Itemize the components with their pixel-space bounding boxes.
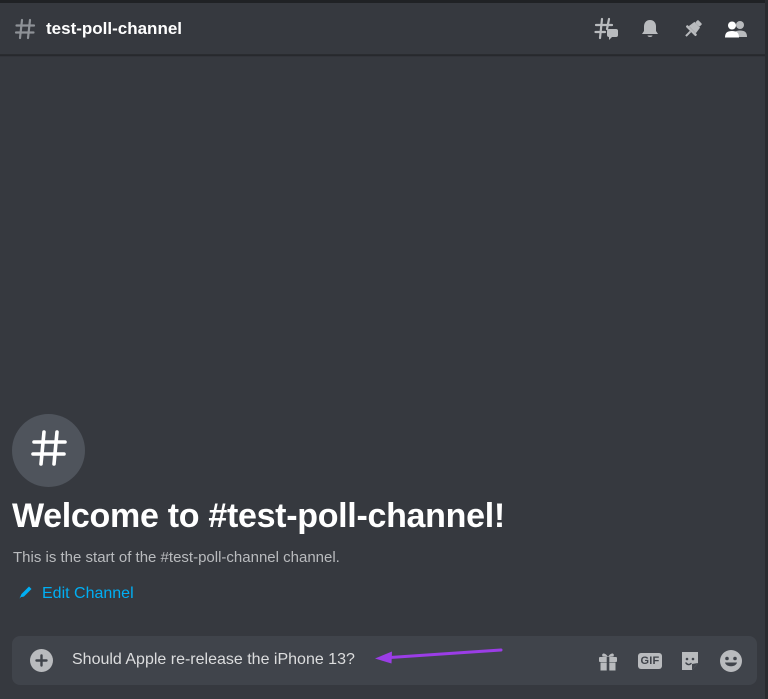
channel-avatar [12, 414, 85, 487]
hashtag-icon [13, 17, 37, 41]
pencil-icon [18, 584, 34, 605]
annotation-arrow [374, 648, 504, 669]
sticker-icon[interactable] [676, 647, 704, 675]
welcome-heading: Welcome to #test-poll-channel! [12, 497, 505, 535]
channel-header: test-poll-channel [0, 3, 765, 55]
message-composer: Should Apple re-release the iPhone 13? G… [12, 636, 757, 685]
edit-channel-link[interactable]: Edit Channel [18, 583, 134, 605]
plus-icon[interactable] [30, 649, 53, 672]
welcome-subtitle: This is the start of the #test-poll-chan… [13, 549, 340, 566]
gift-icon[interactable] [594, 647, 622, 675]
threads-icon[interactable] [585, 3, 628, 55]
edit-channel-label: Edit Channel [42, 585, 134, 602]
bell-icon[interactable] [628, 3, 671, 55]
pin-icon[interactable] [671, 3, 714, 55]
gif-label: GIF [637, 653, 663, 669]
hashtag-icon [29, 428, 69, 473]
gif-icon[interactable]: GIF [636, 647, 664, 675]
header-toolbar [585, 3, 757, 55]
emoji-icon[interactable] [717, 647, 745, 675]
message-input[interactable]: Should Apple re-release the iPhone 13? [72, 651, 355, 669]
channel-title: test-poll-channel [46, 18, 183, 38]
members-icon[interactable] [714, 3, 757, 55]
